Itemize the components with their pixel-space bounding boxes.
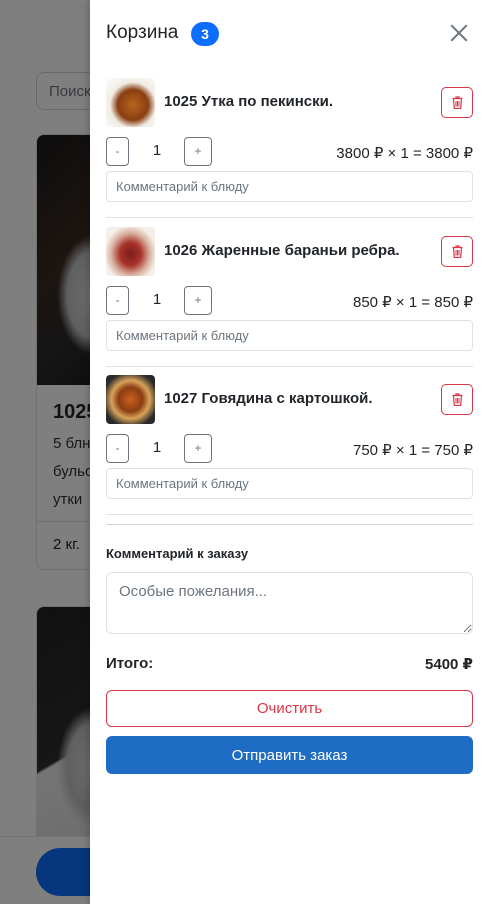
quantity-value: 1 <box>152 142 162 159</box>
dish-name: 1027 Говядина с картошкой. <box>164 390 373 407</box>
dish-name: 1025 Утка по пекински. <box>164 93 334 110</box>
cart-count-badge: 3 <box>191 22 219 46</box>
order-comment-label: Комментарий к заказу <box>106 546 249 561</box>
delete-item-button[interactable] <box>441 236 473 267</box>
dish-thumbnail <box>106 78 155 127</box>
cart-title: Корзина <box>106 22 179 43</box>
quantity-increase-button[interactable]: + <box>184 137 212 166</box>
trash-icon <box>452 96 463 109</box>
cart-item: 1025 Утка по пекински. - 1 + 3800 ₽ × 1 … <box>106 78 473 218</box>
close-icon[interactable] <box>446 20 472 46</box>
clear-cart-button[interactable]: Очистить <box>106 690 473 727</box>
quantity-decrease-button[interactable]: - <box>106 434 129 463</box>
cart-header: Корзина 3 <box>106 18 472 50</box>
dish-name: 1026 Жаренные бараньи ребра. <box>164 242 400 259</box>
dish-comment-input[interactable] <box>106 320 473 351</box>
cart-item: 1027 Говядина с картошкой. - 1 + 750 ₽ ×… <box>106 375 473 515</box>
quantity-decrease-button[interactable]: - <box>106 137 129 166</box>
divider <box>106 524 473 525</box>
dish-comment-input[interactable] <box>106 171 473 202</box>
quantity-increase-button[interactable]: + <box>184 434 212 463</box>
line-total: 850 ₽ × 1 = 850 ₽ <box>352 294 473 311</box>
line-total: 750 ₽ × 1 = 750 ₽ <box>352 442 473 459</box>
submit-order-button[interactable]: Отправить заказ <box>106 736 473 774</box>
dish-thumbnail <box>106 375 155 424</box>
dish-thumbnail <box>106 227 155 276</box>
cart-panel: Корзина 3 1025 Утка по пекински. - 1 + 3… <box>90 0 486 904</box>
quantity-decrease-button[interactable]: - <box>106 286 129 315</box>
cart-item: 1026 Жаренные бараньи ребра. - 1 + 850 ₽… <box>106 227 473 367</box>
total-value: 5400 ₽ <box>425 656 473 673</box>
quantity-increase-button[interactable]: + <box>184 286 212 315</box>
quantity-value: 1 <box>152 439 162 456</box>
order-comment-textarea[interactable] <box>106 572 473 634</box>
dish-comment-input[interactable] <box>106 468 473 499</box>
delete-item-button[interactable] <box>441 384 473 415</box>
delete-item-button[interactable] <box>441 87 473 118</box>
line-total: 3800 ₽ × 1 = 3800 ₽ <box>336 145 473 162</box>
trash-icon <box>452 393 463 406</box>
total-label: Итого: <box>106 655 154 672</box>
trash-icon <box>452 245 463 258</box>
quantity-value: 1 <box>152 291 162 308</box>
